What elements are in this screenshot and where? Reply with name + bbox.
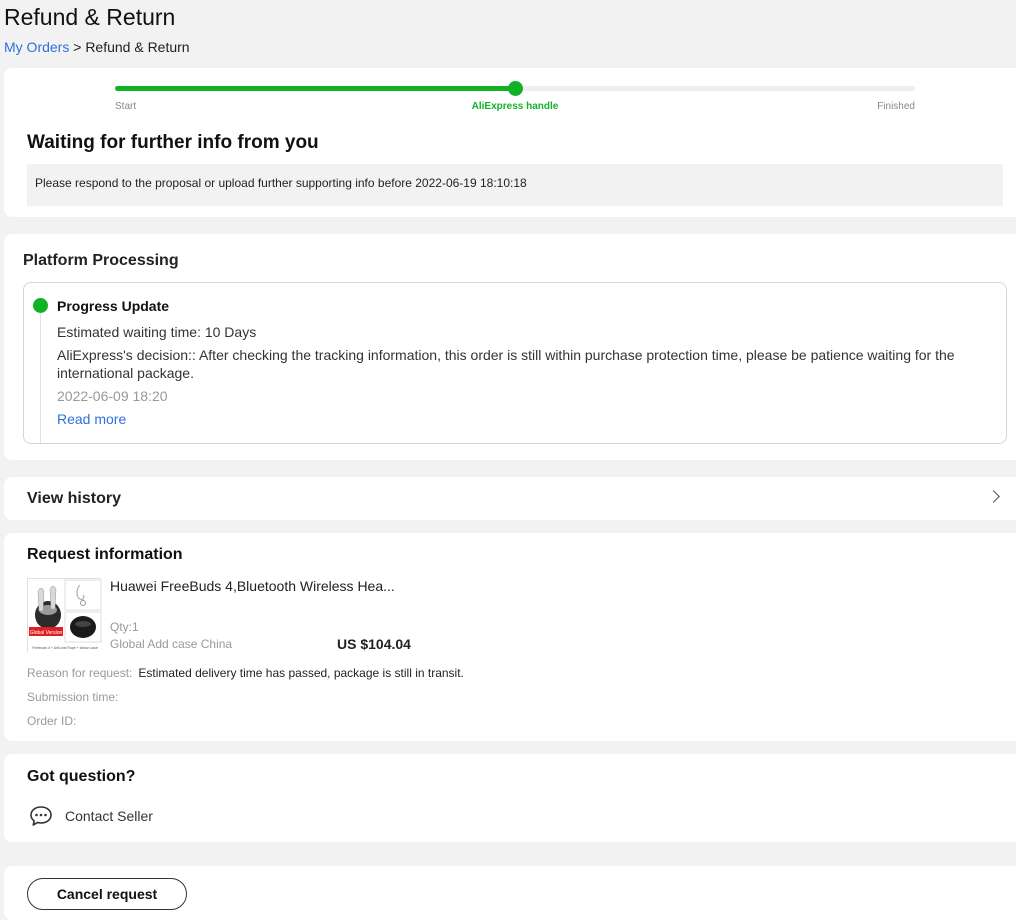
breadcrumb-current: Refund & Return (85, 39, 190, 55)
order-id-label: Order ID: (27, 714, 77, 728)
earbuds-product-image: Global Version Freebuds 4 + Anti-lost Ro… (28, 579, 102, 653)
contact-seller-label: Contact Seller (65, 808, 153, 824)
order-id-row: Order ID: (27, 714, 76, 728)
progress-track (115, 81, 915, 96)
view-history-row[interactable]: View history (4, 477, 1016, 520)
breadcrumb-separator: > (69, 39, 86, 55)
breadcrumb: My Orders > Refund & Return (4, 39, 190, 55)
got-question-card: Got question? Contact Seller (4, 754, 1016, 842)
chevron-right-icon (987, 490, 1000, 503)
platform-processing-card: Platform Processing Progress Update Esti… (4, 234, 1016, 460)
thumb-caption-text: Freebuds 4 + Anti-lost Rope + silicon ca… (32, 646, 98, 650)
cancel-card: Cancel request (4, 866, 1016, 920)
product-quantity: Qty:1 (110, 620, 139, 634)
page-title: Refund & Return (4, 4, 176, 30)
got-question-heading: Got question? (27, 768, 136, 785)
progress-card: Start AliExpress handle Finished Waiting… (4, 68, 1016, 217)
product-name-link[interactable]: Huawei FreeBuds 4,Bluetooth Wireless Hea… (110, 578, 395, 594)
reason-value: Estimated delivery time has passed, pack… (138, 666, 464, 680)
read-more-link[interactable]: Read more (57, 410, 990, 428)
timeline-dot (33, 298, 48, 313)
step-finished-label: Finished (877, 101, 915, 112)
contact-seller-button[interactable]: Contact Seller (29, 805, 153, 827)
progress-track-fill (115, 86, 515, 91)
submission-time-row: Submission time: (27, 690, 118, 704)
reason-label: Reason for request: (27, 666, 133, 680)
step-start-label: Start (115, 101, 137, 112)
timeline-line (40, 309, 41, 443)
progress-update-title: Progress Update (57, 298, 170, 314)
page-header: Refund & Return My Orders > Refund & Ret… (4, 3, 190, 55)
product-variant: Global Add case China (110, 637, 233, 651)
status-title: Waiting for further info from you (27, 132, 319, 153)
progress-current-dot (508, 81, 523, 96)
status-note: Please respond to the proposal or upload… (27, 164, 1003, 206)
reason-row: Reason for request: Estimated delivery ti… (27, 666, 464, 680)
thumb-badge-text: Global Version (30, 630, 63, 636)
breadcrumb-my-orders-link[interactable]: My Orders (4, 39, 69, 55)
request-information-heading: Request information (27, 546, 183, 563)
product-thumbnail[interactable]: Global Version Freebuds 4 + Anti-lost Ro… (27, 578, 102, 653)
product-price: US $104.04 (337, 636, 411, 652)
submission-time-label: Submission time: (27, 690, 119, 704)
chat-bubble-icon (30, 806, 52, 826)
platform-processing-heading: Platform Processing (23, 252, 179, 269)
progress-update-box: Progress Update Estimated waiting time: … (23, 282, 1007, 444)
view-history-label: View history (27, 490, 121, 507)
step-aliexpress-handle-label: AliExpress handle (471, 101, 559, 112)
aliexpress-decision-text: AliExpress's decision:: After checking t… (57, 347, 955, 381)
request-information-card: Request information Global Version Freeb… (4, 533, 1016, 741)
cancel-request-button[interactable]: Cancel request (27, 878, 187, 910)
update-timestamp: 2022-06-09 18:20 (57, 388, 168, 404)
estimated-waiting-time: Estimated waiting time: 10 Days (57, 324, 257, 340)
